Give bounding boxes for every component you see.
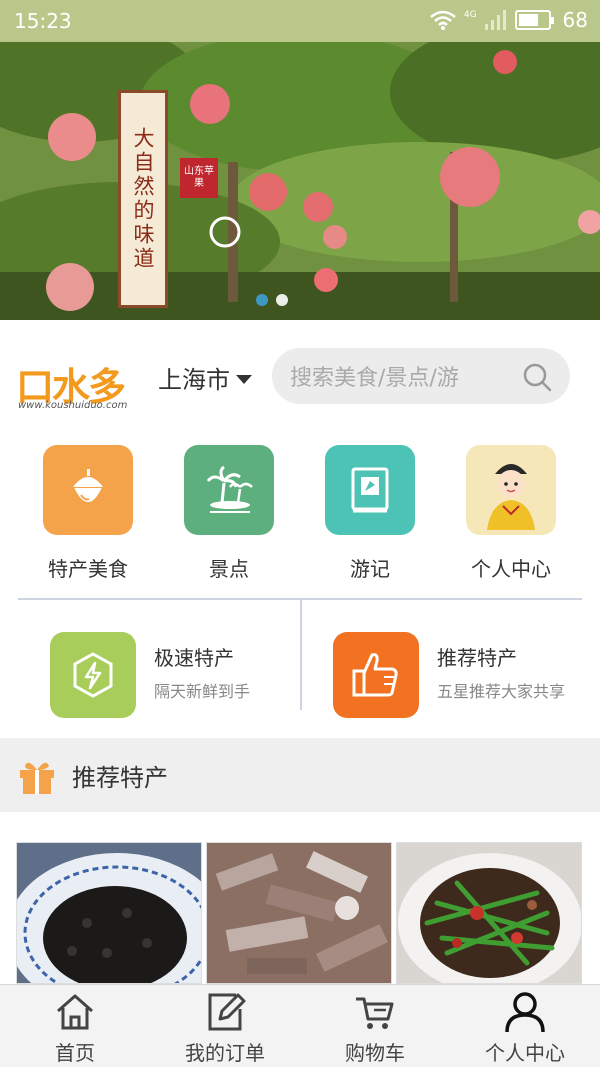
status-indicators: 4G 68 bbox=[430, 8, 588, 32]
product-card[interactable] bbox=[396, 842, 582, 984]
feature-subtitle: 隔天新鲜到手 bbox=[154, 682, 251, 701]
banner-carousel[interactable]: 大自然的味道 山东苹果 bbox=[0, 42, 600, 320]
tab-personal-center[interactable]: 个人中心 bbox=[450, 991, 600, 1066]
edit-order-icon bbox=[208, 993, 246, 1031]
feature-row: 极速特产 隔天新鲜到手 推荐特产 五星推荐大家共享 bbox=[0, 600, 600, 738]
wifi-icon bbox=[430, 10, 456, 30]
category-label: 特产美食 bbox=[48, 557, 128, 581]
feature-recommended-specialty[interactable]: 推荐特产 五星推荐大家共享 bbox=[333, 632, 600, 720]
city-label: 上海市 bbox=[158, 366, 230, 394]
network-label: 4G bbox=[463, 10, 477, 20]
battery-fill bbox=[518, 14, 538, 26]
thumbs-up-icon bbox=[333, 632, 419, 718]
category-grid: 特产美食 景点 游记 个人中心 bbox=[0, 445, 600, 590]
product-image-braised-beans bbox=[17, 843, 201, 983]
banner-stamp: 山东苹果 bbox=[180, 158, 218, 198]
tab-home[interactable]: 首页 bbox=[0, 991, 150, 1066]
carousel-dots bbox=[256, 294, 288, 306]
chevron-down-icon bbox=[236, 375, 252, 384]
carousel-dot-2[interactable] bbox=[276, 294, 288, 306]
category-label: 游记 bbox=[350, 557, 390, 581]
tab-label: 首页 bbox=[55, 1041, 95, 1065]
feature-express-specialty[interactable]: 极速特产 隔天新鲜到手 bbox=[50, 632, 340, 720]
tab-my-orders[interactable]: 我的订单 bbox=[150, 991, 300, 1066]
acorn-icon bbox=[43, 445, 133, 535]
palm-island-icon bbox=[184, 445, 274, 535]
user-icon bbox=[505, 992, 545, 1033]
status-time: 15:23 bbox=[14, 9, 72, 33]
product-image-stir-fry-greens bbox=[397, 843, 581, 983]
product-card[interactable] bbox=[206, 842, 392, 984]
signal-icon bbox=[484, 10, 506, 30]
city-selector[interactable]: 上海市 bbox=[158, 360, 252, 395]
gift-icon bbox=[20, 762, 54, 794]
banner-sign: 大自然的味道 bbox=[118, 90, 168, 308]
category-label: 个人中心 bbox=[471, 557, 551, 581]
lightning-hexagon-icon bbox=[50, 632, 136, 718]
header-row: 口水多 www.koushuiduo.com 上海市 搜索美食/景点/游 bbox=[0, 340, 600, 420]
search-bar[interactable]: 搜索美食/景点/游 bbox=[272, 348, 570, 404]
category-label: 景点 bbox=[209, 557, 249, 581]
banner-sign-text: 大自然的味道 bbox=[131, 127, 155, 271]
category-specialty-food[interactable]: 特产美食 bbox=[18, 445, 158, 582]
category-travel-notes[interactable]: 游记 bbox=[300, 445, 440, 582]
product-image-sliced-meat bbox=[207, 843, 391, 983]
category-scenic-spots[interactable]: 景点 bbox=[159, 445, 299, 582]
search-input[interactable]: 搜索美食/景点/游 bbox=[290, 360, 485, 392]
section-header-recommended: 推荐特产 bbox=[0, 738, 600, 812]
status-bar: 15:23 4G 68 bbox=[0, 0, 600, 42]
tab-label: 个人中心 bbox=[485, 1041, 565, 1065]
section-title: 推荐特产 bbox=[72, 763, 168, 792]
home-icon bbox=[57, 994, 93, 1030]
tab-cart[interactable]: 购物车 bbox=[300, 991, 450, 1066]
tab-label: 我的订单 bbox=[185, 1041, 265, 1065]
banner-orchard-image bbox=[0, 42, 600, 320]
cart-icon bbox=[356, 997, 394, 1029]
search-icon[interactable] bbox=[522, 362, 552, 392]
feature-title: 极速特产 bbox=[154, 646, 234, 670]
bottom-tab-bar: 首页 我的订单 购物车 个人中心 bbox=[0, 984, 600, 1067]
app-logo[interactable]: 口水多 www.koushuiduo.com bbox=[16, 356, 150, 416]
battery-icon bbox=[514, 10, 554, 30]
carousel-dot-1[interactable] bbox=[256, 294, 268, 306]
avatar-icon bbox=[466, 445, 556, 535]
logo-url: www.koushuiduo.com bbox=[18, 400, 128, 411]
compass-book-icon bbox=[325, 445, 415, 535]
tab-label: 购物车 bbox=[345, 1041, 405, 1065]
feature-title: 推荐特产 bbox=[437, 646, 517, 670]
feature-subtitle: 五星推荐大家共享 bbox=[437, 682, 566, 701]
product-card[interactable] bbox=[16, 842, 202, 984]
battery-level: 68 bbox=[562, 8, 588, 32]
category-personal-center[interactable]: 个人中心 bbox=[441, 445, 581, 582]
product-list bbox=[0, 842, 600, 984]
